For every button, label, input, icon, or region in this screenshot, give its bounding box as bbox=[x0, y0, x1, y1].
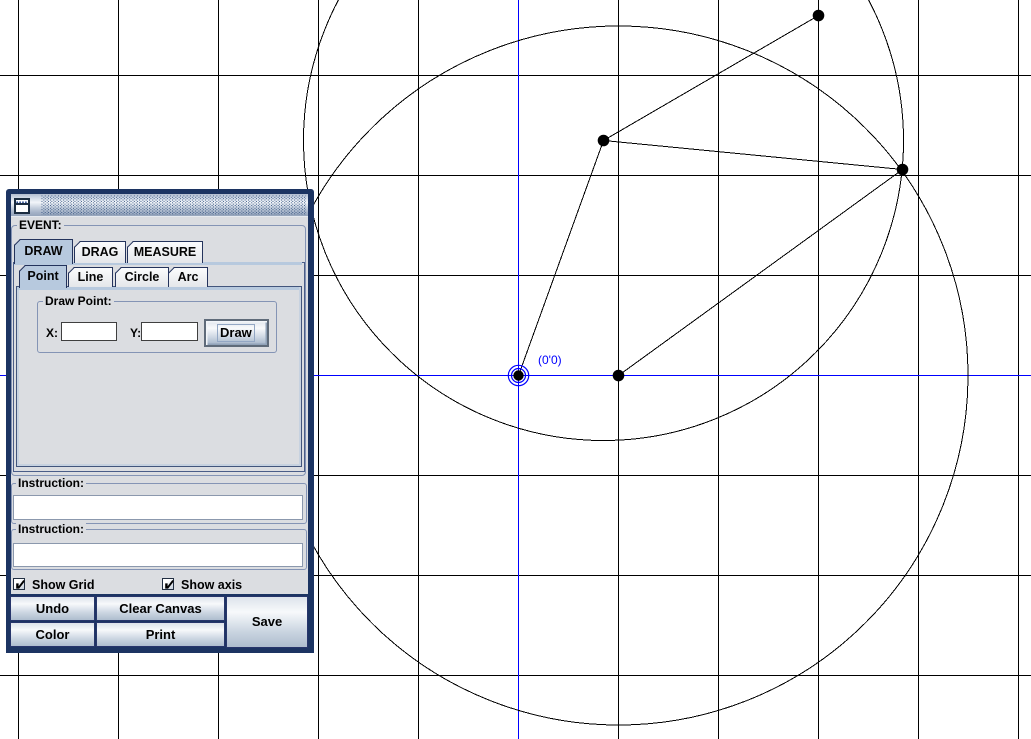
svg-text:(0'0): (0'0) bbox=[538, 353, 562, 367]
